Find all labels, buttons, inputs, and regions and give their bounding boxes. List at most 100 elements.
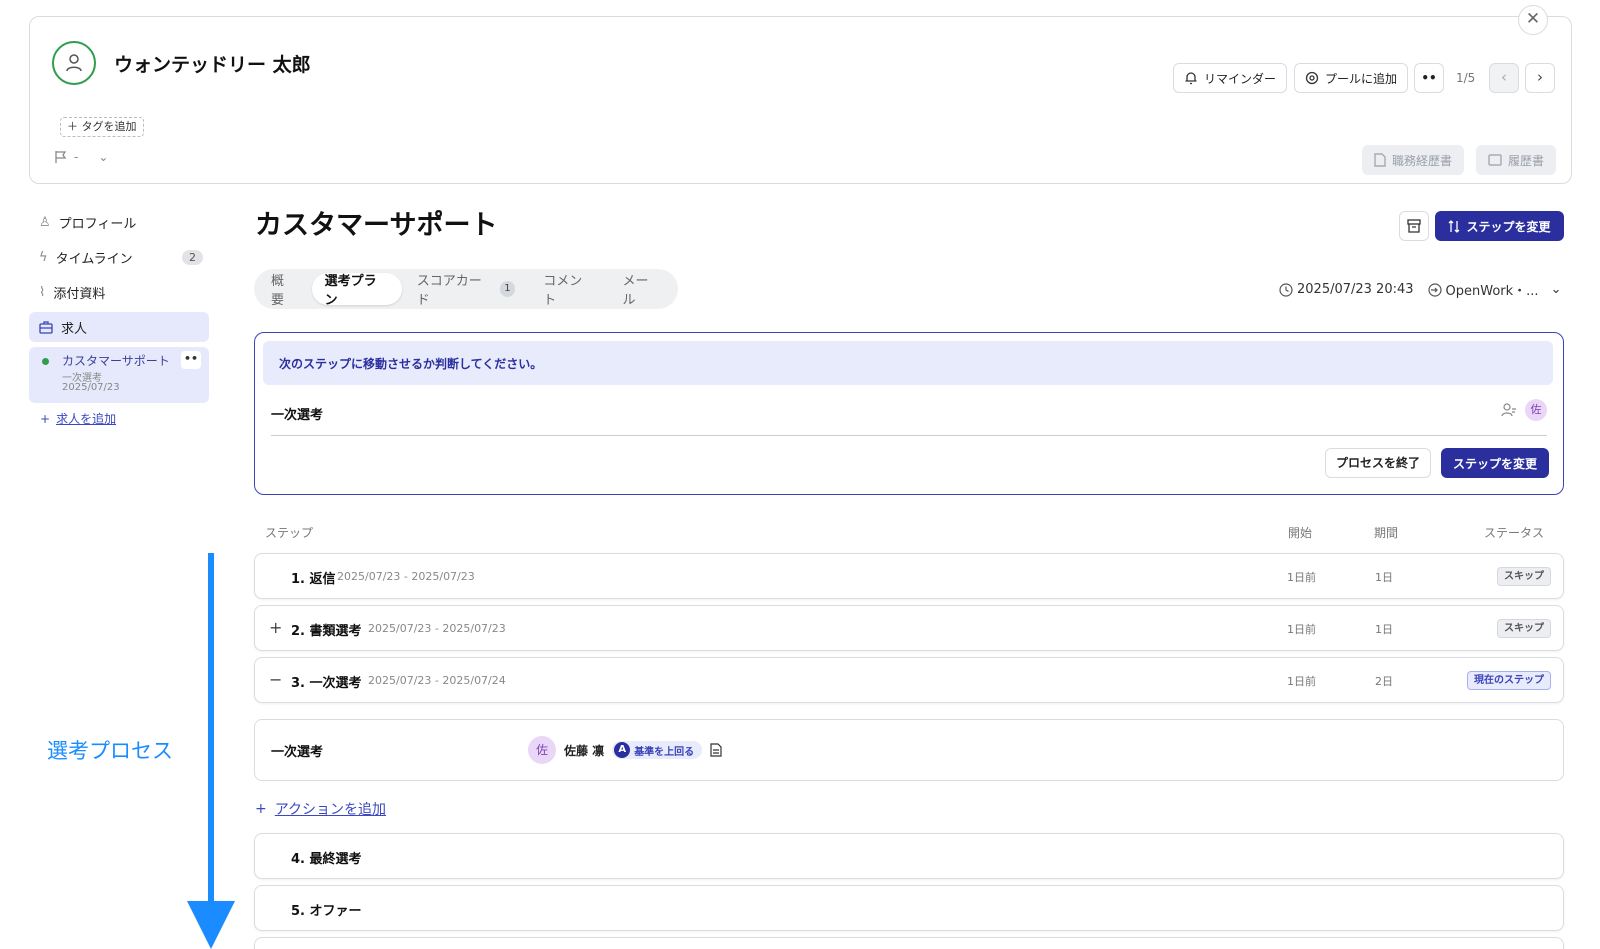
change-step-button[interactable]: ステップを変更 [1435,211,1564,241]
work-history-label: 職務経歴書 [1392,153,1453,168]
resume-button[interactable]: 履歴書 [1476,145,1557,175]
column-header-duration: 期間 [1374,526,1399,540]
tab-scorecard[interactable]: スコアカード 1 [404,273,529,308]
add-job-link[interactable]: + 求人を追加 [40,410,116,427]
assignee-group[interactable]: 佐 [1501,399,1547,421]
end-process-button[interactable]: プロセスを終了 [1325,448,1431,478]
lightning-icon: ϟ [39,249,48,265]
evaluation-step-name: 一次選考 [271,745,324,760]
table-row[interactable]: 5. オファー [254,885,1564,931]
job-card[interactable]: カスタマーサポート 一次選考 2025/07/23 •• [29,347,209,403]
divider [271,435,1547,436]
tab-comment[interactable]: コメント [530,273,607,308]
more-options-button[interactable]: •• [1414,63,1444,93]
document-icon[interactable] [710,743,722,757]
sidebar-item-label: タイムライン [55,251,133,267]
entry-icon [1427,282,1442,297]
sidebar-item-timeline[interactable]: ϟ タイムライン 2 [29,242,209,272]
step-start: 1日前 [1287,675,1316,688]
status-badge: スキップ [1497,567,1551,586]
bell-icon [1185,72,1197,85]
evaluator-name: 佐藤 凛 [564,743,605,758]
archive-button[interactable] [1399,211,1429,241]
job-title: カスタマーサポート [62,354,170,368]
flag-icon [55,151,67,163]
candidate-counter: 1/5 [1456,71,1476,85]
step-start: 1日前 [1287,571,1316,584]
resume-label: 履歴書 [1508,153,1545,168]
timeline-count-badge: 2 [182,249,203,265]
evaluator-avatar: 佐 [528,736,556,764]
step-name: 5. オファー [291,904,362,919]
resume-work-history-button[interactable]: 職務経歴書 [1362,145,1465,175]
prev-candidate-button[interactable]: ‹ [1489,63,1519,93]
tab-overview[interactable]: 概要 [258,273,310,308]
down-arrow-annotation [187,553,235,949]
step-decision-card: 次のステップに移動させるか判断してください。 一次選考 佐 プロセスを終了 ステ… [254,332,1564,495]
tab-selection-plan[interactable]: 選考プラン [311,273,402,308]
decision-change-step-button[interactable]: ステップを変更 [1441,448,1549,478]
tab-email[interactable]: メール [610,273,674,308]
candidate-avatar [52,41,96,85]
applied-datetime: 2025/07/23 20:43 [1279,282,1414,297]
reminder-button[interactable]: リマインダー [1173,63,1288,93]
add-tag-button[interactable]: ＋ タグを追加 [60,117,144,137]
status-badge: スキップ [1497,619,1551,638]
assignee-avatar: 佐 [1525,399,1547,421]
document-icon [1374,153,1386,167]
status-dot [42,358,49,365]
candidate-name: ウォンテッドリー 太郎 [114,54,311,76]
flag-selector[interactable]: - ⌄ [54,150,108,164]
collapse-toggle[interactable]: − [269,670,282,689]
table-row[interactable]: + 2. 書類選考 2025/07/23 - 2025/07/23 1日前 1日… [254,605,1564,651]
person-icon [66,54,82,72]
candidate-header: ウォンテッドリー 太郎 ＋ タグを追加 - ⌄ リマインダー プールに追加 ••… [29,16,1572,184]
close-icon[interactable]: ✕ [1518,5,1548,35]
tab-bar: 概要 選考プラン スコアカード 1 コメント メール [254,269,678,309]
step-dates: 2025/07/23 - 2025/07/23 [337,570,475,583]
add-job-label: 求人を追加 [56,412,117,426]
flag-value: - [74,150,79,164]
add-action-label: アクションを追加 [274,802,387,818]
table-row-partial[interactable] [254,937,1564,949]
next-candidate-button[interactable]: › [1525,63,1555,93]
add-action-link[interactable]: + アクションを追加 [255,799,386,819]
pool-label: プールに追加 [1325,71,1398,86]
table-row[interactable]: 1. 返信 2025/07/23 - 2025/07/23 1日前 1日 スキッ… [254,553,1564,599]
step-name: 1. 返信 [291,572,336,587]
reminder-label: リマインダー [1204,71,1277,86]
decision-step-name: 一次選考 [271,408,324,423]
step-duration: 2日 [1375,675,1393,688]
paperclip-icon: ⌇ [39,284,46,300]
sidebar-item-jobs[interactable]: 求人 [29,312,209,342]
table-row[interactable]: 4. 最終選考 [254,833,1564,879]
step-start: 1日前 [1287,623,1316,636]
scorecard-count-badge: 1 [499,281,516,297]
step-dates: 2025/07/23 - 2025/07/23 [368,622,506,635]
add-to-pool-button[interactable]: プールに追加 [1294,63,1409,93]
change-step-label: ステップを変更 [1466,219,1551,234]
job-more-button[interactable]: •• [181,351,201,369]
datetime-text: 2025/07/23 20:43 [1297,282,1414,297]
expand-toggle[interactable]: + [269,618,282,637]
sidebar-item-profile[interactable]: ♙ プロフィール [29,207,209,237]
process-annotation-label: 選考プロセス [47,739,173,763]
table-row[interactable]: − 3. 一次選考 2025/07/23 - 2025/07/24 1日前 2日… [254,657,1564,703]
plus-icon: + [40,411,51,426]
tab-label: スコアカード [416,274,482,308]
briefcase-icon [39,320,53,334]
sidebar-item-attachments[interactable]: ⌇ 添付資料 [29,277,209,307]
page-title: カスタマーサポート [255,210,498,241]
sidebar-item-label: プロフィール [58,216,137,232]
archive-icon [1407,219,1421,233]
people-icon [1501,403,1516,417]
evaluation-card[interactable]: 一次選考 佐 佐藤 凛 A 基準を上回る [254,719,1564,781]
evaluator: 佐 佐藤 凛 A 基準を上回る [528,736,722,764]
source-selector[interactable]: OpenWork・... ⌄ [1427,280,1561,299]
step-duration: 1日 [1375,623,1393,636]
column-header-status: ステータス [1484,526,1545,540]
step-duration: 1日 [1375,571,1393,584]
step-dates: 2025/07/23 - 2025/07/24 [368,674,506,687]
grade-label: 基準を上回る [634,746,695,758]
plus-icon: + [255,801,267,817]
